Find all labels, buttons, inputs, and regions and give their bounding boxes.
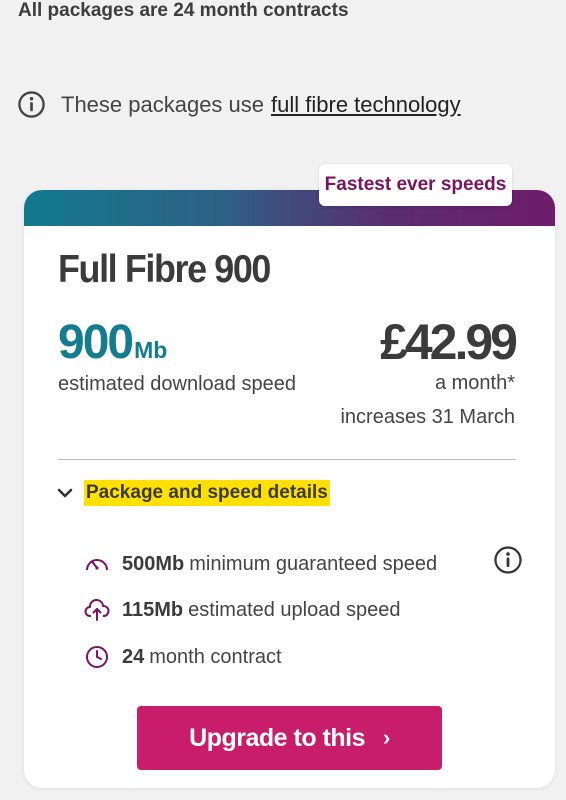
full-fibre-link[interactable]: full fibre technology bbox=[271, 92, 461, 118]
speed-label: estimated download speed bbox=[58, 373, 296, 395]
contract-note: All packages are 24 month contracts bbox=[18, 0, 349, 21]
download-speed: 900 Mb bbox=[58, 315, 167, 370]
speed-value: 900 bbox=[58, 316, 134, 369]
feature-min-speed: 500Mb minimum guaranteed speed bbox=[84, 551, 437, 577]
fastest-speeds-badge: Fastest ever speeds bbox=[319, 164, 512, 206]
feature-text: estimated upload speed bbox=[188, 598, 401, 621]
info-text: These packages use bbox=[61, 91, 265, 117]
feature-contract: 24 month contract bbox=[84, 644, 282, 670]
feature-value: 115Mb bbox=[122, 598, 184, 621]
upgrade-button-label: Upgrade to this bbox=[189, 723, 365, 752]
chevron-right-icon: › bbox=[383, 725, 390, 750]
package-details-toggle[interactable]: Package and speed details bbox=[56, 480, 330, 506]
feature-value: 500Mb bbox=[122, 552, 185, 575]
upload-cloud-icon bbox=[84, 599, 110, 621]
chevron-down-icon bbox=[57, 488, 73, 498]
speed-unit: Mb bbox=[134, 337, 168, 363]
price: £42.99 bbox=[380, 314, 518, 370]
feature-text: month contract bbox=[149, 645, 282, 668]
divider bbox=[58, 459, 516, 460]
feature-value: 24 bbox=[122, 645, 145, 668]
package-details-label: Package and speed details bbox=[84, 480, 330, 506]
feature-text: minimum guaranteed speed bbox=[189, 552, 438, 575]
plan-title: Full Fibre 900 bbox=[58, 248, 271, 291]
clock-icon bbox=[86, 646, 108, 668]
feature-upload-speed: 115Mb estimated upload speed bbox=[84, 597, 401, 623]
price-period: a month* bbox=[434, 372, 515, 394]
speed-info-icon[interactable] bbox=[493, 545, 523, 575]
fibre-info-line: These packages use full fibre technology bbox=[17, 90, 461, 119]
price-increase-note: increases 31 March bbox=[340, 406, 515, 428]
speedometer-icon bbox=[86, 559, 108, 571]
upgrade-button[interactable]: Upgrade to this › bbox=[137, 706, 442, 770]
info-icon bbox=[18, 91, 45, 118]
